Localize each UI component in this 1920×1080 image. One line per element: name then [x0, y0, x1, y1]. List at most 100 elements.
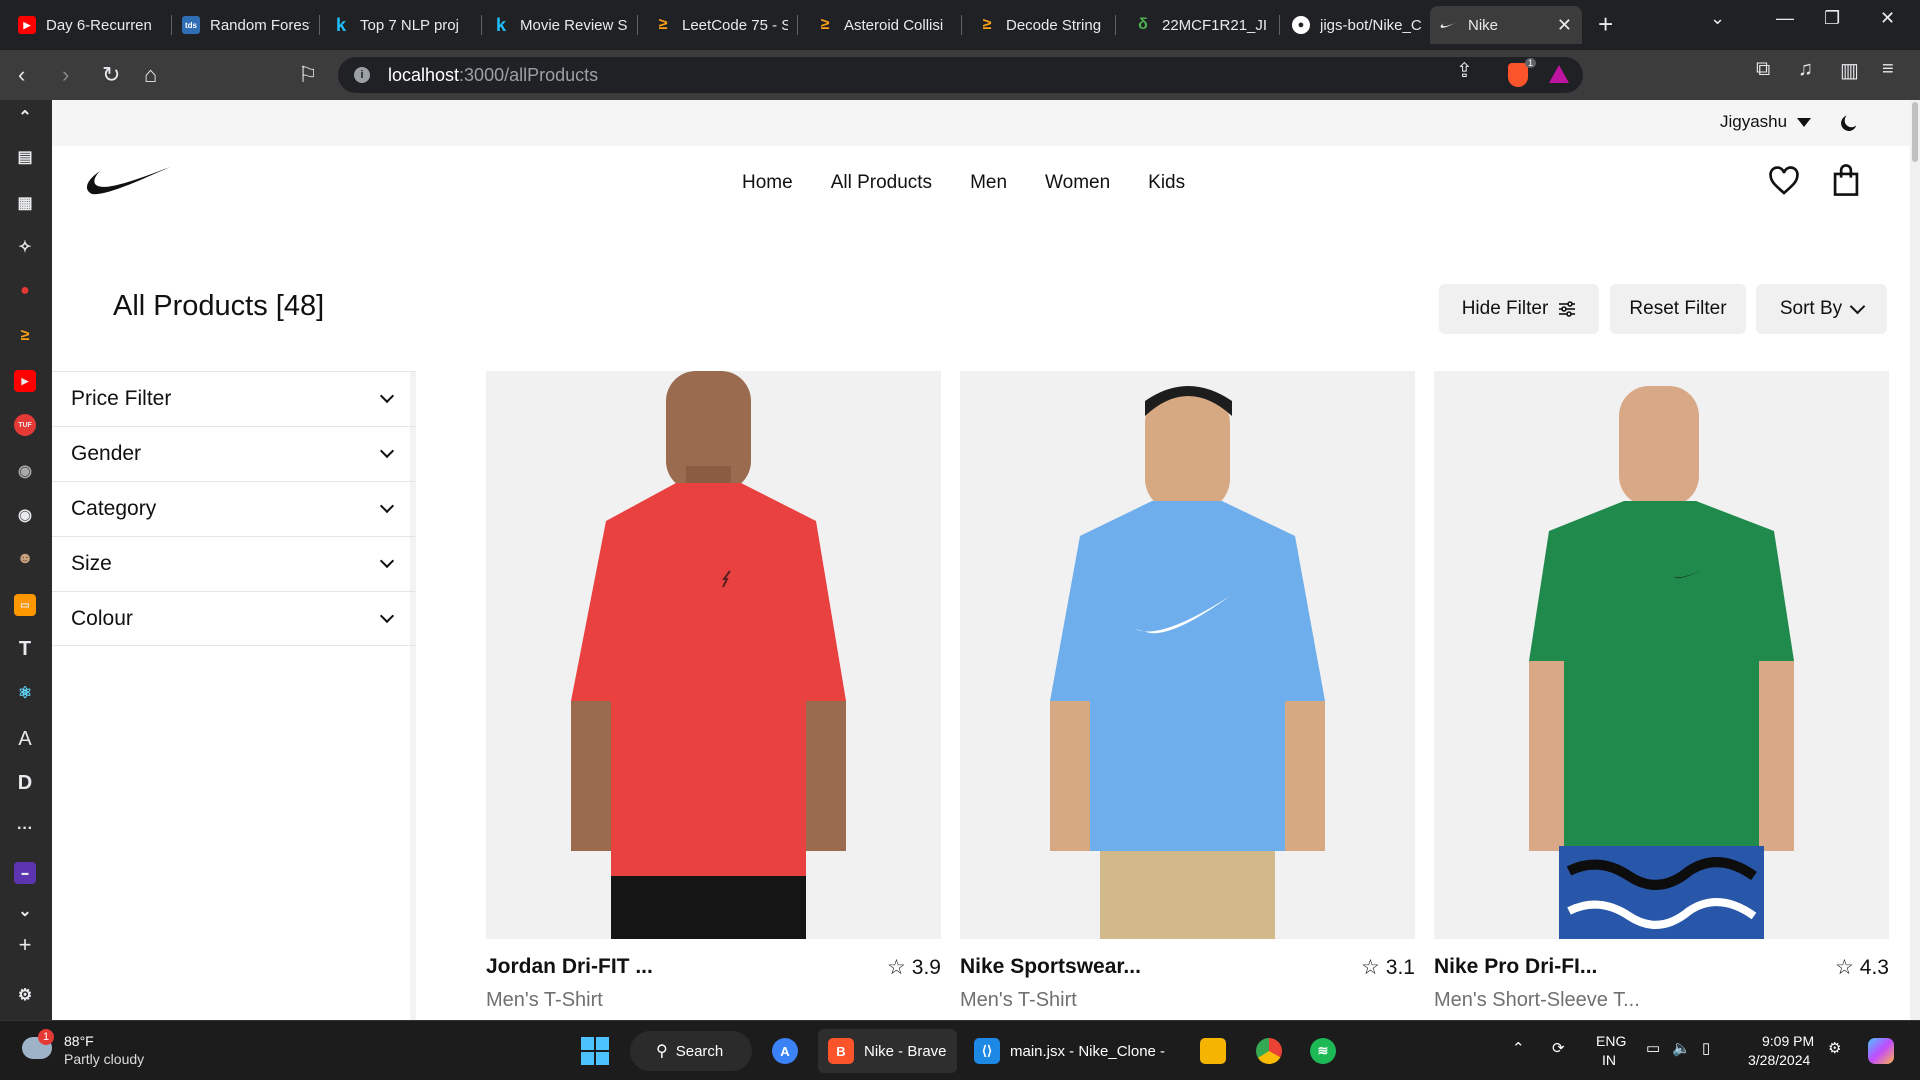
- nike-logo[interactable]: [82, 164, 170, 196]
- taskbar-vscode[interactable]: ⟨⟩ main.jsx - Nike_Clone -: [964, 1029, 1175, 1073]
- app-store-icon[interactable]: A: [772, 1038, 798, 1064]
- site-info-icon[interactable]: i: [354, 67, 370, 83]
- avatar-icon[interactable]: ☻: [14, 548, 36, 570]
- leetcode-icon[interactable]: ≥: [14, 325, 36, 347]
- chevron-up-icon[interactable]: ⌃: [14, 106, 36, 128]
- menu-icon[interactable]: ≡: [1882, 58, 1894, 81]
- back-icon[interactable]: ‹: [18, 62, 25, 88]
- browser-tab-active[interactable]: Nike ✕: [1430, 6, 1582, 44]
- taskbar-brave[interactable]: B Nike - Brave: [818, 1029, 957, 1073]
- browser-tab[interactable]: ≥ Decode String: [968, 6, 1116, 44]
- language-indicator[interactable]: ENG: [1596, 1033, 1626, 1049]
- browser-tab[interactable]: ≥ Asteroid Collisi: [806, 6, 962, 44]
- forward-icon[interactable]: ›: [62, 62, 69, 88]
- browser-tab[interactable]: tds Random Forest: [172, 6, 320, 44]
- sidebar-toggle-icon[interactable]: ▥: [1840, 58, 1859, 83]
- spotify-icon[interactable]: ≋: [1310, 1038, 1336, 1064]
- nav-all-products[interactable]: All Products: [831, 172, 932, 194]
- nav-men[interactable]: Men: [970, 172, 1007, 194]
- region-indicator[interactable]: IN: [1602, 1052, 1616, 1068]
- filter-gender[interactable]: Gender: [52, 426, 416, 481]
- bookmarks-icon[interactable]: ▦: [14, 192, 36, 214]
- nav-women[interactable]: Women: [1045, 172, 1110, 194]
- reset-filter-button[interactable]: Reset Filter: [1610, 284, 1746, 334]
- share-icon[interactable]: ⇪: [1456, 58, 1473, 83]
- browser-tab[interactable]: k Movie Review S: [482, 6, 638, 44]
- restore-icon[interactable]: ❐: [1824, 8, 1840, 29]
- github-icon[interactable]: ◉: [14, 460, 36, 482]
- product-name[interactable]: Nike Sportswear...: [960, 955, 1141, 979]
- react-icon[interactable]: ⚛: [14, 682, 36, 704]
- sort-by-button[interactable]: Sort By: [1756, 284, 1887, 334]
- hide-filter-button[interactable]: Hide Filter: [1439, 284, 1599, 334]
- reload-icon[interactable]: ↻: [102, 62, 120, 88]
- volume-icon[interactable]: 🔈: [1672, 1039, 1691, 1057]
- extensions-icon[interactable]: ⧉: [1756, 58, 1770, 81]
- text-icon[interactable]: T: [14, 638, 36, 660]
- reading-list-icon[interactable]: ▤: [14, 146, 36, 168]
- d-icon[interactable]: D: [14, 772, 36, 794]
- font-icon[interactable]: A: [14, 728, 36, 750]
- sync-icon[interactable]: ⟳: [1552, 1039, 1565, 1057]
- battery-icon[interactable]: ▯: [1702, 1039, 1710, 1057]
- product-image[interactable]: [960, 371, 1415, 939]
- chevron-down-icon[interactable]: ⌄: [14, 900, 36, 922]
- shopping-bag-icon[interactable]: [1831, 163, 1861, 197]
- github-icon[interactable]: ◉: [14, 504, 36, 526]
- dark-mode-icon[interactable]: [1838, 112, 1860, 134]
- taskbar-search[interactable]: ⚲ Search: [630, 1031, 752, 1071]
- chevron-up-icon[interactable]: ⌃: [1512, 1039, 1525, 1057]
- address-bar[interactable]: i localhost:3000/allProducts: [338, 57, 1583, 93]
- wishlist-heart-icon[interactable]: [1768, 166, 1800, 196]
- filter-category[interactable]: Category: [52, 481, 416, 536]
- add-icon[interactable]: +: [14, 932, 36, 957]
- page-scrollbar[interactable]: [1910, 100, 1920, 1020]
- browser-tab[interactable]: ≥ LeetCode 75 - S: [644, 6, 798, 44]
- product-card[interactable]: Jordan Dri-FIT ... ☆ 3.9 Men's T-Shirt: [486, 371, 941, 1011]
- pin-icon[interactable]: ✧: [14, 236, 36, 258]
- clock-date[interactable]: 3/28/2024: [1748, 1052, 1810, 1068]
- new-tab-button[interactable]: +: [1598, 11, 1613, 37]
- brave-rewards-icon[interactable]: [1549, 65, 1569, 83]
- app-icon[interactable]: ▭: [14, 594, 36, 616]
- youtube-icon[interactable]: ▶: [14, 370, 36, 392]
- chrome-icon[interactable]: [1256, 1038, 1282, 1064]
- nav-home[interactable]: Home: [742, 172, 793, 194]
- tab-search-icon[interactable]: ⌄: [1710, 8, 1725, 29]
- notifications-icon[interactable]: ⚙: [1828, 1039, 1841, 1057]
- filter-colour[interactable]: Colour: [52, 591, 416, 646]
- browser-tab[interactable]: k Top 7 NLP proj: [322, 6, 482, 44]
- user-menu[interactable]: Jigyashu: [1720, 112, 1812, 132]
- media-icon[interactable]: ♫: [1798, 58, 1813, 81]
- clock-time[interactable]: 9:09 PM: [1762, 1033, 1814, 1049]
- file-explorer-icon[interactable]: [1200, 1038, 1226, 1064]
- product-image[interactable]: [486, 371, 941, 939]
- product-name[interactable]: Jordan Dri-FIT ...: [486, 955, 653, 979]
- extension-icon[interactable]: ●: [14, 280, 36, 302]
- bookmark-icon[interactable]: ⚐: [298, 62, 318, 88]
- filter-size[interactable]: Size: [52, 536, 416, 591]
- minimize-icon[interactable]: —: [1776, 8, 1794, 29]
- url-text[interactable]: localhost:3000/allProducts: [388, 65, 598, 86]
- more-icon[interactable]: ···: [14, 818, 36, 840]
- product-name[interactable]: Nike Pro Dri-FI...: [1434, 955, 1597, 979]
- start-button[interactable]: [581, 1037, 609, 1065]
- product-image[interactable]: [1434, 371, 1889, 939]
- nav-kids[interactable]: Kids: [1148, 172, 1185, 194]
- browser-tab[interactable]: ▶ Day 6-Recurren: [8, 6, 172, 44]
- scrollbar-thumb[interactable]: [1912, 102, 1918, 162]
- filter-price[interactable]: Price Filter: [52, 371, 416, 426]
- product-card[interactable]: Nike Pro Dri-FI... ☆ 4.3 Men's Short-Sle…: [1434, 371, 1889, 1011]
- close-window-icon[interactable]: ✕: [1880, 8, 1895, 29]
- settings-icon[interactable]: ⚙: [14, 984, 36, 1006]
- weather-widget[interactable]: 1 88°F Partly cloudy: [22, 1029, 182, 1073]
- product-card[interactable]: Nike Sportswear... ☆ 3.1 Men's T-Shirt: [960, 371, 1415, 1011]
- brave-shields-icon[interactable]: [1508, 58, 1537, 87]
- network-icon[interactable]: ▭: [1646, 1039, 1660, 1057]
- browser-tab[interactable]: δ 22MCF1R21_JI: [1124, 6, 1280, 44]
- home-icon[interactable]: ⌂: [144, 62, 157, 88]
- copilot-icon[interactable]: [1868, 1038, 1894, 1064]
- tuf-icon[interactable]: TUF: [14, 414, 36, 436]
- browser-tab[interactable]: ● jigs-bot/Nike_C: [1282, 6, 1438, 44]
- close-tab-icon[interactable]: ✕: [1557, 15, 1572, 36]
